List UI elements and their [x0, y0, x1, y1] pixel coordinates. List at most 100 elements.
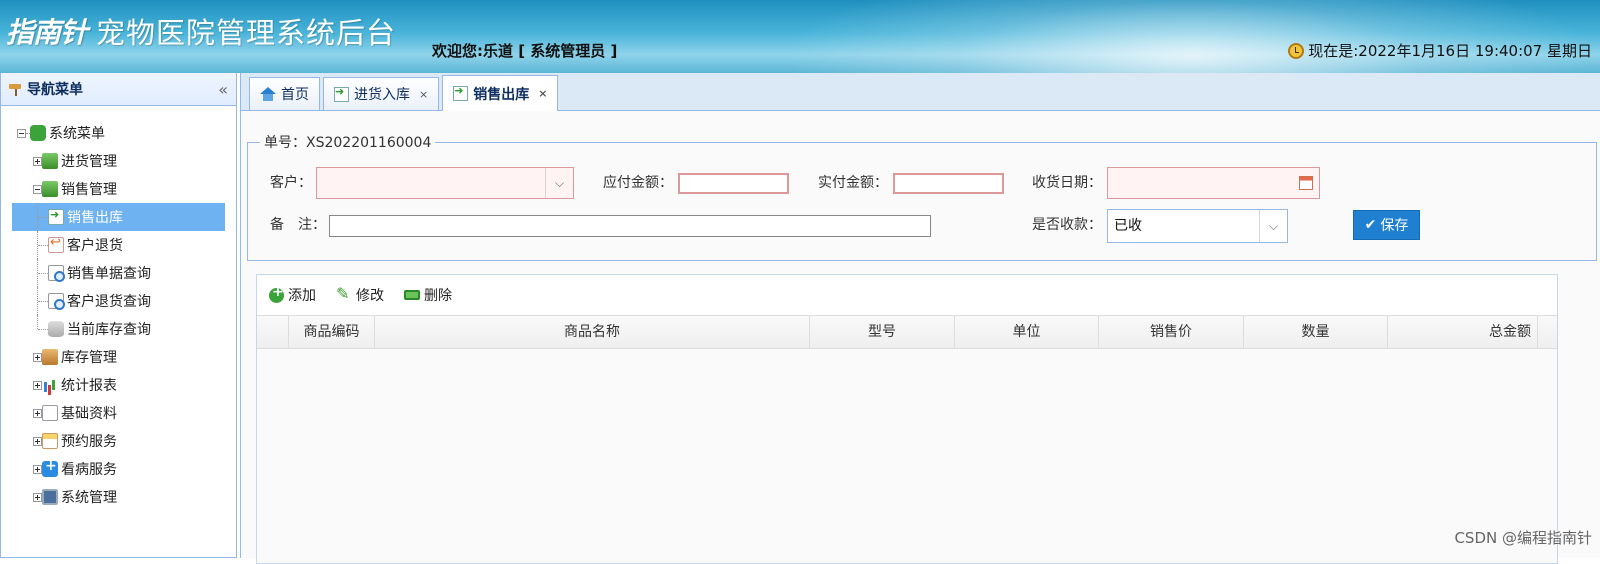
customer-label: 客户：	[270, 175, 312, 191]
tab-purchase-in[interactable]: 进货入库 ×	[323, 77, 440, 110]
sidebar-header: 导航菜单 «	[1, 73, 236, 106]
expand-toggle-icon[interactable]	[33, 492, 42, 502]
collapse-sidebar-icon[interactable]: «	[218, 80, 228, 99]
search-doc-icon	[48, 293, 65, 310]
column-header[interactable]: 总金额	[1388, 316, 1538, 348]
expand-toggle-icon[interactable]	[33, 156, 42, 166]
sidebar: 导航菜单 « 系统菜单 进货管理 销售管理 销售出库 客户退货	[0, 73, 237, 558]
tree-root[interactable]: 系统菜单	[1, 119, 236, 147]
edit-button[interactable]: 修改	[336, 284, 384, 305]
sidebar-item-appointment[interactable]: 预约服务	[1, 427, 236, 455]
grid-header: 商品编码 商品名称 型号 单位 销售价 数量 总金额	[257, 315, 1557, 349]
close-icon[interactable]: ×	[538, 87, 547, 100]
sidebar-item-stock-query[interactable]: 当前库存查询	[1, 315, 236, 343]
collapse-toggle-icon[interactable]	[17, 128, 26, 138]
date-field[interactable]	[1107, 167, 1320, 199]
sidebar-item-label: 当前库存查询	[67, 322, 151, 338]
column-header[interactable]: 销售价	[1099, 316, 1244, 348]
sidebar-item-label: 进货管理	[61, 154, 117, 170]
tree-root-label: 系统菜单	[49, 126, 105, 142]
documents-icon	[42, 405, 58, 421]
monitor-icon	[42, 489, 58, 505]
logo: 指南针	[6, 16, 88, 49]
doc-arrow-icon	[453, 84, 469, 101]
column-header[interactable]: 数量	[1244, 316, 1388, 348]
remark-field[interactable]	[329, 215, 931, 237]
folder-icon	[42, 181, 58, 197]
sidebar-item-label: 系统管理	[61, 490, 117, 506]
delete-label: 删除	[424, 288, 452, 304]
add-label: 添加	[288, 288, 316, 304]
chevron-down-icon[interactable]: ⌵	[545, 168, 573, 198]
delete-button[interactable]: 删除	[404, 285, 452, 305]
welcome-text: 欢迎您:乐道 [ 系统管理员 ]	[432, 42, 618, 60]
main-content: 首页 进货入库 × 销售出库 × 单号：XS202201160004 客户： ⌵…	[240, 73, 1600, 564]
column-header[interactable]: 型号	[810, 316, 955, 348]
box-icon	[42, 349, 58, 365]
expand-toggle-icon[interactable]	[33, 464, 42, 474]
clock-icon	[1288, 43, 1305, 59]
doc-arrow-icon	[48, 208, 64, 225]
received-select[interactable]: 已收 ⌵	[1107, 209, 1288, 243]
sidebar-item-customer-return[interactable]: 客户退货	[1, 231, 236, 259]
received-label: 是否收款：	[1032, 217, 1102, 233]
doc-arrow-icon	[334, 85, 349, 102]
expand-toggle-icon[interactable]	[33, 436, 42, 446]
sidebar-item-base-data[interactable]: 基础资料	[1, 399, 236, 427]
sidebar-item-sales-out[interactable]: 销售出库	[12, 203, 225, 231]
watermark: CSDN @编程指南针	[1454, 529, 1592, 547]
row-number-header	[257, 316, 289, 348]
database-icon	[48, 321, 64, 337]
sidebar-item-clinic[interactable]: 看病服务	[1, 455, 236, 483]
expand-toggle-icon[interactable]	[33, 380, 42, 390]
received-value: 已收	[1114, 218, 1142, 234]
column-header[interactable]: 单位	[955, 316, 1099, 348]
payable-field[interactable]	[678, 173, 789, 194]
expand-toggle-icon[interactable]	[33, 408, 42, 418]
add-icon	[269, 284, 284, 303]
tab-bar: 首页 进货入库 × 销售出库 ×	[241, 73, 1600, 111]
sidebar-item-inventory[interactable]: 库存管理	[1, 343, 236, 371]
chevron-down-icon[interactable]: ⌵	[1259, 210, 1287, 242]
sidebar-item-purchase[interactable]: 进货管理	[1, 147, 236, 175]
grid-toolbar: 添加 修改 删除	[257, 275, 1557, 315]
customer-select[interactable]: ⌵	[316, 167, 574, 199]
sidebar-item-sales[interactable]: 销售管理	[1, 175, 236, 203]
sidebar-item-label: 客户退货查询	[67, 294, 151, 310]
sidebar-item-system[interactable]: 系统管理	[1, 483, 236, 511]
sidebar-item-return-query[interactable]: 客户退货查询	[1, 287, 236, 315]
sales-form: 单号：XS202201160004 客户： ⌵ 应付金额： 实付金额： 收货日期…	[247, 134, 1597, 261]
folder-icon	[42, 153, 58, 169]
sidebar-item-label: 客户退货	[67, 238, 123, 254]
order-number: 单号：XS202201160004	[260, 134, 436, 152]
edit-label: 修改	[356, 288, 384, 304]
tab-sales-out[interactable]: 销售出库 ×	[442, 75, 559, 111]
return-icon	[48, 235, 64, 253]
expand-toggle-icon[interactable]	[33, 352, 42, 362]
sidebar-item-label: 销售单据查询	[67, 266, 151, 282]
save-button[interactable]: ✔ 保存	[1353, 210, 1420, 240]
nav-tree: 系统菜单 进货管理 销售管理 销售出库 客户退货 销售单据查询	[1, 106, 236, 511]
home-icon	[260, 87, 276, 101]
paid-field[interactable]	[893, 173, 1004, 194]
check-icon: ✔	[1364, 217, 1377, 233]
collapse-toggle-icon[interactable]	[33, 184, 42, 194]
tab-home[interactable]: 首页	[249, 77, 320, 110]
payable-label: 应付金额：	[603, 175, 673, 191]
calendar-icon[interactable]	[1299, 176, 1313, 190]
header-decoration	[780, 0, 1600, 73]
close-icon[interactable]: ×	[419, 88, 428, 101]
add-button[interactable]: 添加	[269, 284, 316, 305]
pencil-icon	[336, 284, 352, 303]
medical-cross-icon	[42, 458, 58, 477]
bar-chart-icon	[42, 377, 58, 393]
search-doc-icon	[48, 265, 65, 282]
column-header[interactable]: 商品编码	[289, 316, 375, 348]
sidebar-item-reports[interactable]: 统计报表	[1, 371, 236, 399]
column-header[interactable]: 商品名称	[375, 316, 810, 348]
sidebar-item-sales-query[interactable]: 销售单据查询	[1, 259, 236, 287]
app-header: 指南针 宠物医院管理系统后台 欢迎您:乐道 [ 系统管理员 ] 现在是:2022…	[0, 0, 1600, 73]
sidebar-item-label: 预约服务	[61, 434, 117, 450]
sidebar-item-label: 基础资料	[61, 406, 117, 422]
sidebar-item-label: 看病服务	[61, 462, 117, 478]
